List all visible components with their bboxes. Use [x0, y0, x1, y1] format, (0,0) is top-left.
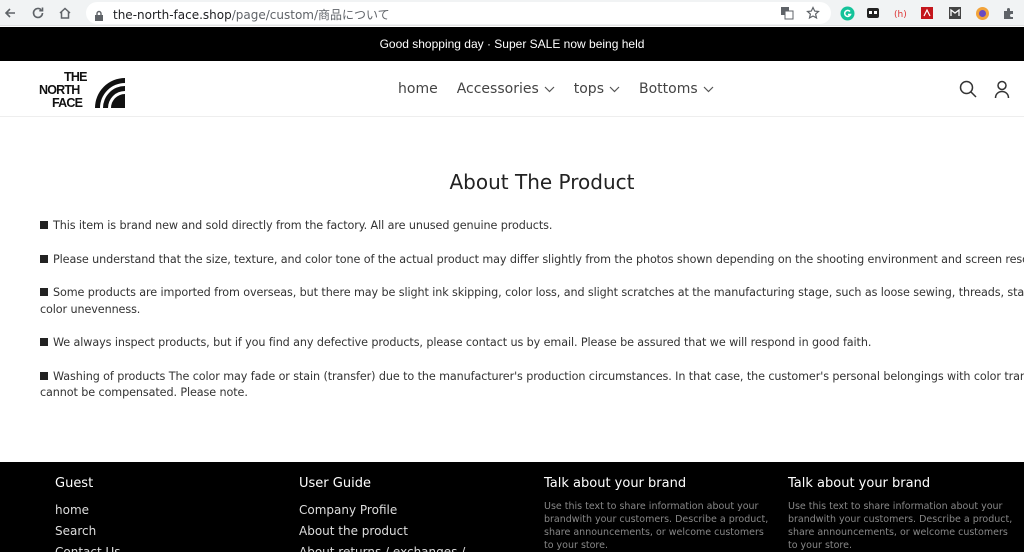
- square-bullet-icon: [40, 221, 48, 229]
- svg-text:(h): (h): [894, 10, 907, 20]
- extension-h-icon[interactable]: (h): [892, 4, 910, 22]
- footer-brand-column-1: Talk about your brand Use this text to s…: [544, 476, 769, 552]
- footer-brand-title-1: Talk about your brand: [544, 476, 687, 491]
- nav-tops-label: tops: [573, 81, 604, 97]
- logo-text-the: THE: [64, 70, 87, 84]
- url-path: /page/custom/商品について: [231, 8, 390, 22]
- site-footer: Guest home Search Contact Us User Guide …: [0, 462, 1024, 552]
- grammarly-icon[interactable]: [838, 4, 856, 22]
- extension-dark-icon[interactable]: [864, 4, 882, 22]
- footer-link-returns[interactable]: About returns / exchanges /: [299, 542, 465, 552]
- footer-link-contact[interactable]: Contact Us: [55, 542, 121, 552]
- footer-brand-text-1: Use this text to share information about…: [544, 501, 769, 551]
- paragraph-1-text: This item is brand new and sold directly…: [53, 219, 553, 232]
- url-text: the-north-face.shop/page/custom/商品について: [113, 6, 390, 23]
- footer-guest-title: Guest: [55, 476, 94, 491]
- square-bullet-icon: [40, 254, 48, 263]
- footer-link-about-product[interactable]: About the product: [299, 521, 465, 542]
- nav-accessories-label: Accessories: [456, 81, 539, 97]
- puzzle-extensions-icon[interactable]: [1000, 4, 1018, 22]
- paragraph-4-text: We always inspect products, but if you f…: [53, 336, 872, 349]
- footer-brand-text-2: Use this text to share information about…: [788, 501, 1013, 551]
- bookmark-star-icon[interactable]: [804, 4, 822, 22]
- translate-icon[interactable]: [778, 4, 796, 22]
- footer-guide-title: User Guide: [299, 476, 371, 491]
- paragraph-2: Please understand that the size, texture…: [40, 252, 1024, 269]
- gmail-m-icon[interactable]: [946, 4, 964, 22]
- url-host: the-north-face.shop: [113, 8, 232, 22]
- main-nav: home Accessories tops Bottoms: [398, 61, 714, 117]
- nav-bottoms-label: Bottoms: [639, 81, 698, 97]
- square-bullet-icon: [40, 371, 48, 380]
- footer-brand-title-2: Talk about your brand: [788, 476, 931, 491]
- square-bullet-icon: [40, 338, 48, 346]
- site-header: THE NORTH FACE home Accessories tops Bot…: [0, 61, 1024, 117]
- chevron-down-icon: [544, 86, 555, 92]
- footer-brand-column-2: Talk about your brand Use this text to s…: [788, 476, 1013, 552]
- paragraph-3-line-2: color unevenness.: [40, 302, 141, 316]
- product-info-content: This item is brand new and sold directly…: [40, 218, 1024, 419]
- footer-link-search[interactable]: Search: [55, 521, 121, 542]
- footer-link-company-profile[interactable]: Company Profile: [299, 500, 465, 521]
- browser-toolbar: the-north-face.shop/page/custom/商品について (…: [0, 0, 1024, 26]
- paragraph-5-line-2: cannot be compensated. Please note.: [40, 386, 248, 399]
- page-title: About The Product: [449, 170, 635, 194]
- nav-home[interactable]: home: [398, 81, 438, 97]
- logo-text-face: FACE: [52, 96, 83, 110]
- paragraph-4: We always inspect products, but if you f…: [40, 335, 1024, 352]
- back-arrow-icon[interactable]: [0, 3, 20, 23]
- lock-icon: [94, 7, 104, 26]
- square-bullet-icon: [40, 288, 48, 296]
- search-icon[interactable]: [958, 79, 978, 99]
- brand-logo[interactable]: THE NORTH FACE: [38, 68, 128, 110]
- announcement-bar: Good shopping day · Super SALE now being…: [0, 27, 1024, 61]
- chevron-down-icon: [703, 86, 714, 92]
- reload-icon[interactable]: [28, 3, 48, 23]
- nav-accessories[interactable]: Accessories: [457, 81, 555, 97]
- footer-guest-column: Guest home Search Contact Us: [55, 476, 121, 552]
- nav-home-label: home: [398, 81, 438, 97]
- paragraph-3: Some products are imported from overseas…: [40, 285, 1024, 318]
- logo-text-north: NORTH: [39, 83, 80, 97]
- paragraph-5: Washing of products The color may fade o…: [40, 369, 1024, 402]
- paragraph-1: This item is brand new and sold directly…: [40, 218, 1024, 235]
- half-dome-icon: [95, 78, 125, 108]
- account-icon[interactable]: [992, 79, 1012, 99]
- address-bar[interactable]: the-north-face.shop/page/custom/商品について: [86, 2, 831, 24]
- nav-tops[interactable]: tops: [574, 81, 620, 97]
- paragraph-2-text: Please understand that the size, texture…: [53, 252, 1024, 266]
- paragraph-3-line-1: Some products are imported from overseas…: [53, 286, 1024, 299]
- footer-guide-column: User Guide Company Profile About the pro…: [299, 476, 465, 552]
- footer-link-home[interactable]: home: [55, 500, 121, 521]
- nav-bottoms[interactable]: Bottoms: [639, 81, 714, 97]
- extension-circle-icon[interactable]: [973, 4, 991, 22]
- pdf-icon[interactable]: [918, 4, 936, 22]
- chevron-down-icon: [609, 86, 620, 92]
- paragraph-5-line-1: Washing of products The color may fade o…: [53, 369, 1024, 383]
- home-icon[interactable]: [55, 3, 75, 23]
